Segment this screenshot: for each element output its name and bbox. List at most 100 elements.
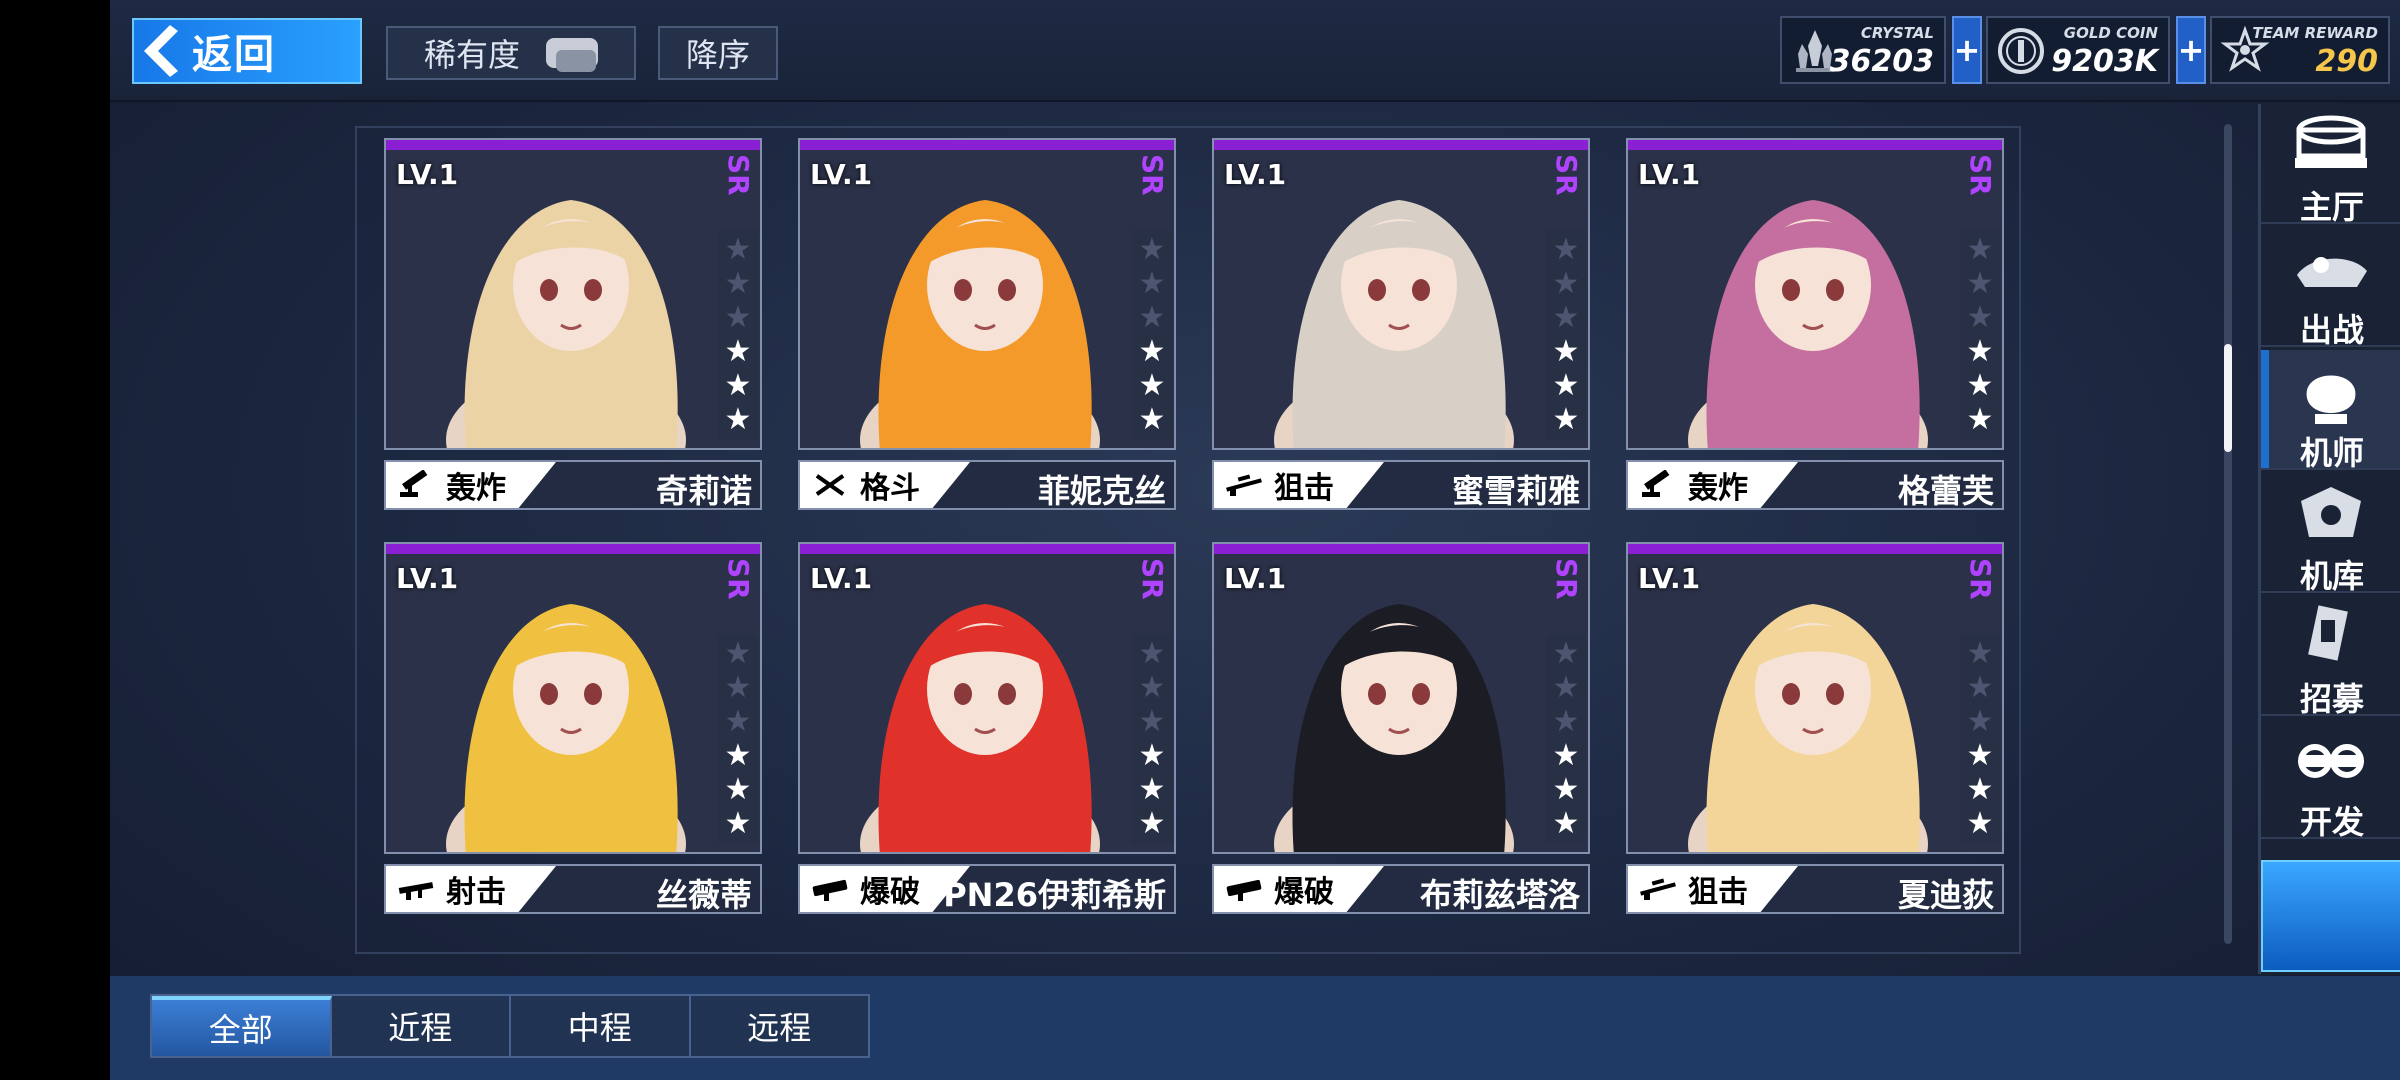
pilot-type-label: 轰炸 [1688, 471, 1748, 506]
rarity-sort-button[interactable]: 稀有度 [386, 26, 636, 80]
pilot-type-chip: 狙击 [1628, 866, 1798, 912]
pilot-portrait: LV.1 SR ★ ★ ★ ★ ★ ★ [384, 542, 762, 854]
star-icon: ★ [1552, 738, 1580, 773]
pilot-info-bar: 格斗 菲妮克丝 [798, 460, 1176, 510]
pilot-type-label: 爆破 [1274, 875, 1334, 910]
minimap-panel[interactable] [2261, 860, 2400, 972]
star-icon: ★ [1966, 704, 1994, 739]
pilot-level: LV.1 [810, 158, 873, 191]
nav-item[interactable]: 开发 [2261, 719, 2400, 841]
star-icon: ★ [724, 806, 752, 841]
nav-item[interactable]: 主厅 [2261, 104, 2400, 226]
tab-label: 全部 [208, 1011, 273, 1049]
mortar-icon [1638, 469, 1678, 500]
back-button[interactable]: 返回 [132, 18, 362, 84]
range-tab[interactable]: 中程 [511, 996, 691, 1056]
star-rating: ★ ★ ★ ★ ★ ★ [1546, 634, 1586, 844]
team-reward-label: TEAM REWARD [2252, 24, 2378, 42]
star-icon: ★ [1138, 738, 1166, 773]
nav-item[interactable]: 机库 [2261, 473, 2400, 595]
add-crystal-button[interactable]: + [1952, 16, 1982, 84]
star-rating: ★ ★ ★ ★ ★ ★ [1546, 230, 1586, 440]
pilot-card[interactable]: LV.1 SR ★ ★ ★ ★ ★ ★ 狙击 夏迪荻 [1626, 542, 2004, 918]
star-icon: ★ [1966, 368, 1994, 403]
rarity-badge: SR [722, 154, 755, 196]
right-navigation: 开发 招募 机库 机师 出战 主厅 [2258, 104, 2400, 974]
pilot-info-bar: 爆破 PN26伊莉希斯 [798, 864, 1176, 914]
star-icon: ★ [1138, 266, 1166, 301]
pilot-info-bar: 狙击 夏迪荻 [1626, 864, 2004, 914]
pilot-card[interactable]: LV.1 SR ★ ★ ★ ★ ★ ★ 爆破 PN26伊莉希斯 [798, 542, 1176, 918]
nav-item[interactable]: 机师 [2261, 350, 2400, 472]
rarity-bar [800, 544, 1174, 554]
star-icon: ★ [1552, 300, 1580, 335]
star-rating: ★ ★ ★ ★ ★ ★ [1960, 634, 2000, 844]
plus-icon: + [2177, 31, 2205, 69]
sniper-rifle-icon [1224, 470, 1264, 500]
star-icon: ★ [1138, 300, 1166, 335]
pilot-card[interactable]: LV.1 SR ★ ★ ★ ★ ★ ★ 格斗 菲妮克丝 [798, 138, 1176, 514]
rarity-bar [1214, 544, 1588, 554]
star-icon: ★ [1966, 806, 1994, 841]
pilot-type-label: 射击 [446, 875, 506, 910]
pilot-info-bar: 轰炸 格蕾芙 [1626, 460, 2004, 510]
pilot-type-label: 狙击 [1274, 471, 1334, 506]
back-label: 返回 [192, 32, 276, 78]
range-tab[interactable]: 全部 [152, 996, 332, 1056]
crystal-label: CRYSTAL [1860, 24, 1934, 42]
star-icon: ★ [724, 670, 752, 705]
star-icon: ★ [1552, 334, 1580, 369]
pilot-card[interactable]: LV.1 SR ★ ★ ★ ★ ★ ★ 轰炸 格蕾芙 [1626, 138, 2004, 514]
sort-order-button[interactable]: 降序 [658, 26, 778, 80]
add-gold-button[interactable]: + [2176, 16, 2206, 84]
nav-item[interactable]: 出战 [2261, 227, 2400, 349]
rifle-icon [396, 874, 436, 904]
star-icon: ★ [724, 300, 752, 335]
sortie-icon [2291, 235, 2371, 305]
gold-value: 9203K [2051, 44, 2158, 79]
pilot-portrait: LV.1 SR ★ ★ ★ ★ ★ ★ [1626, 542, 2004, 854]
hangar-icon [2291, 481, 2371, 551]
pilot-card[interactable]: LV.1 SR ★ ★ ★ ★ ★ ★ 爆破 布莉兹塔洛 [1212, 542, 1590, 918]
rarity-badge: SR [1964, 558, 1997, 600]
star-icon: ★ [1552, 368, 1580, 403]
pilot-level: LV.1 [1638, 158, 1701, 191]
star-icon: ★ [1966, 266, 1994, 301]
pilot-info-bar: 爆破 布莉兹塔洛 [1212, 864, 1590, 914]
nav-item[interactable]: 招募 [2261, 596, 2400, 718]
scrollbar-track[interactable] [2224, 124, 2232, 944]
star-icon: ★ [1966, 738, 1994, 773]
pilot-name: 蜜雪莉雅 [1451, 472, 1580, 510]
launcher-icon [810, 874, 850, 904]
pilot-level: LV.1 [1224, 562, 1287, 595]
team-reward-value: 290 [2315, 44, 2378, 79]
crystal-counter: CRYSTAL 36203 [1780, 16, 1946, 84]
pilot-portrait: LV.1 SR ★ ★ ★ ★ ★ ★ [798, 138, 1176, 450]
nav-label: 出战 [2299, 311, 2364, 349]
pilot-portrait: LV.1 SR ★ ★ ★ ★ ★ ★ [1212, 138, 1590, 450]
screen-left-edge [0, 0, 110, 1080]
range-tab[interactable]: 远程 [691, 996, 869, 1056]
pilot-info-bar: 轰炸 奇莉诺 [384, 460, 762, 510]
pilot-portrait: LV.1 SR ★ ★ ★ ★ ★ ★ [384, 138, 762, 450]
nav-label: 机库 [2299, 557, 2364, 595]
pilot-card[interactable]: LV.1 SR ★ ★ ★ ★ ★ ★ 射击 丝薇蒂 [384, 542, 762, 918]
star-icon: ★ [1138, 232, 1166, 267]
crystal-value: 36203 [1829, 44, 1934, 79]
range-filter-tabs: 全部 近程 中程 远程 [150, 994, 870, 1058]
pilot-card[interactable]: LV.1 SR ★ ★ ★ ★ ★ ★ 轰炸 奇莉诺 [384, 138, 762, 514]
pilot-type-label: 爆破 [860, 875, 920, 910]
pilot-card[interactable]: LV.1 SR ★ ★ ★ ★ ★ ★ 狙击 蜜雪莉雅 [1212, 138, 1590, 514]
star-icon: ★ [1138, 402, 1166, 437]
rarity-badge: SR [1550, 558, 1583, 600]
scrollbar-thumb[interactable] [2224, 344, 2232, 452]
pilot-type-label: 格斗 [860, 471, 920, 506]
rarity-badge: SR [1136, 154, 1169, 196]
star-icon: ★ [724, 636, 752, 671]
star-icon: ★ [724, 266, 752, 301]
order-label: 降序 [685, 36, 750, 74]
recruit-icon [2291, 604, 2371, 674]
range-tab[interactable]: 近程 [332, 996, 511, 1056]
rarity-badge: SR [1550, 154, 1583, 196]
pilot-level: LV.1 [810, 562, 873, 595]
